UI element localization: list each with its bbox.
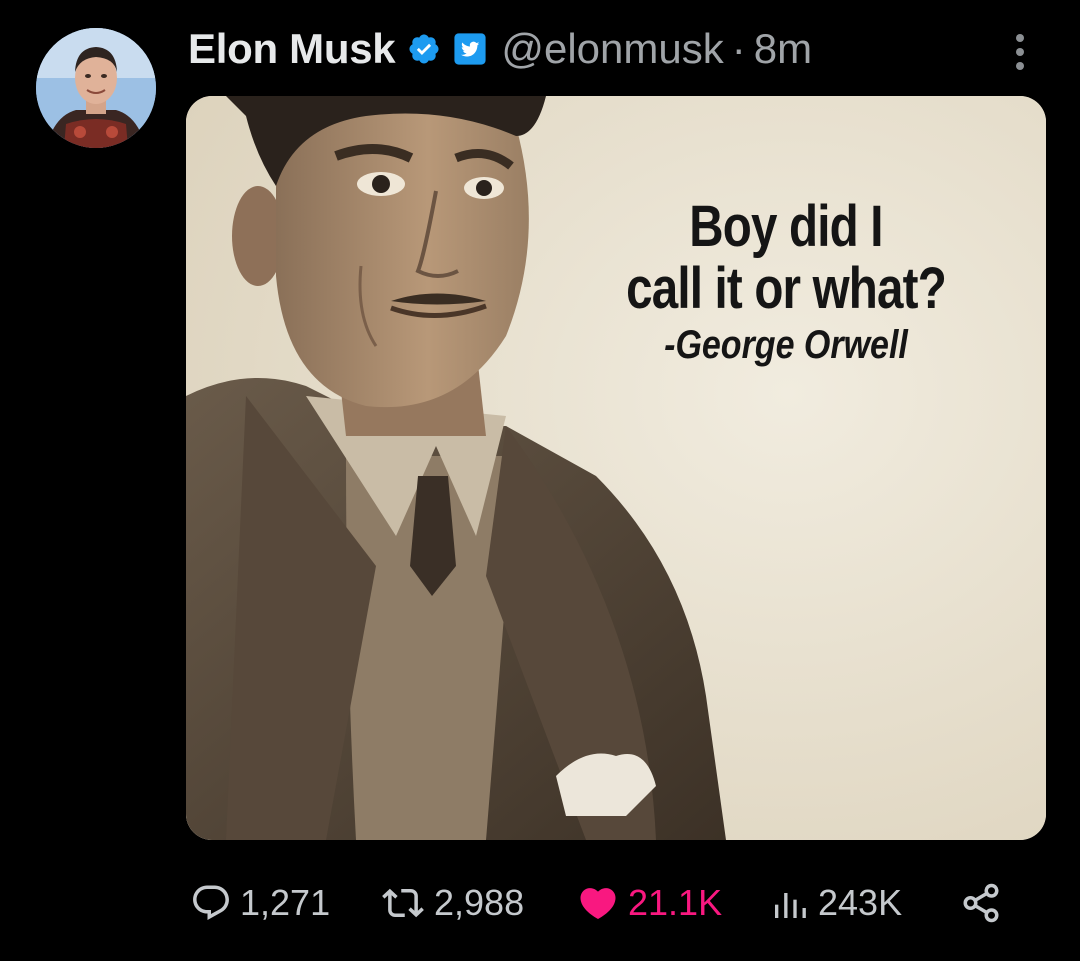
reply-button[interactable]: 1,271 bbox=[190, 878, 330, 928]
author-handle[interactable]: @elonmusk bbox=[501, 25, 723, 73]
author-display-name[interactable]: Elon Musk bbox=[188, 25, 396, 73]
retweet-button[interactable]: 2,988 bbox=[380, 878, 524, 928]
header-separator: · bbox=[731, 25, 746, 72]
views-count: 243K bbox=[818, 882, 903, 923]
verified-badge-icon[interactable] bbox=[407, 32, 441, 66]
share-icon bbox=[963, 883, 999, 923]
meme-caption-line-2: call it or what? bbox=[626, 256, 947, 321]
more-vertical-icon[interactable] bbox=[1008, 30, 1032, 74]
meme-caption: Boy did I call it or what? -George Orwel… bbox=[546, 196, 1026, 370]
heart-icon bbox=[580, 888, 616, 920]
views-chart-icon bbox=[775, 893, 806, 918]
retweet-icon bbox=[382, 888, 424, 918]
tweet-header: Elon Musk @elonmusk · 8m bbox=[188, 22, 812, 76]
reply-icon bbox=[193, 885, 229, 920]
twitter-bird-badge-icon bbox=[453, 32, 487, 66]
share-button[interactable] bbox=[960, 878, 1010, 928]
reply-count: 1,271 bbox=[240, 882, 331, 923]
meme-attribution: -George Orwell bbox=[664, 323, 908, 367]
like-count: 21.1K bbox=[628, 882, 723, 923]
avatar[interactable] bbox=[36, 28, 156, 148]
tweet-action-bar: 1,271 2,988 21.1K 243K bbox=[190, 878, 1020, 928]
tweet-timestamp[interactable]: 8m bbox=[754, 25, 812, 73]
meme-caption-line-1: Boy did I bbox=[689, 194, 883, 259]
like-button[interactable]: 21.1K bbox=[576, 878, 722, 928]
avatar-image bbox=[36, 28, 156, 148]
tweet-media-image[interactable]: Boy did I call it or what? -George Orwel… bbox=[186, 96, 1046, 840]
views-button[interactable]: 243K bbox=[770, 878, 902, 928]
retweet-count: 2,988 bbox=[434, 882, 525, 923]
